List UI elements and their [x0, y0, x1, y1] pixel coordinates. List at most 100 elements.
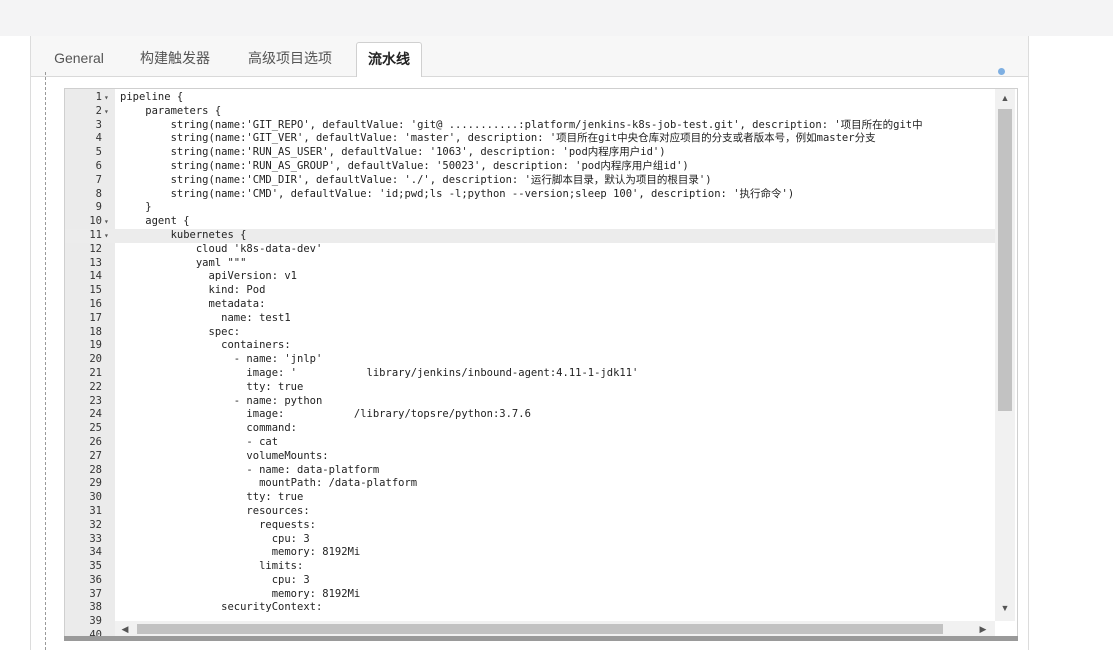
horizontal-scroll-thumb[interactable] — [137, 624, 943, 634]
vertical-scrollbar[interactable]: ▲ ▼ — [995, 89, 1015, 621]
code-line[interactable]: 7 string(name:'CMD_DIR', defaultValue: '… — [65, 174, 995, 188]
line-number: 33 — [89, 532, 102, 545]
tab-pipeline[interactable]: 流水线 — [356, 42, 422, 77]
code-line[interactable]: 14 apiVersion: v1 — [65, 270, 995, 284]
code-line[interactable]: 38 securityContext: — [65, 601, 995, 615]
code-line[interactable]: 10 ▾ agent { — [65, 215, 995, 229]
scroll-up-icon[interactable]: ▲ — [999, 92, 1011, 104]
line-number: 12 — [89, 242, 102, 255]
code-text: containers: — [120, 339, 291, 352]
code-line[interactable]: 30 tty: true — [65, 491, 995, 505]
code-text: string(name:'GIT_REPO', defaultValue: 'g… — [120, 118, 923, 131]
line-number: 7 — [95, 173, 102, 186]
code-text: yaml """ — [120, 256, 247, 269]
code-text: kubernetes { — [120, 228, 247, 241]
code-text: kind: Pod — [120, 284, 266, 297]
section-guide-line — [45, 72, 46, 650]
code-text: string(name:'CMD', defaultValue: 'id;pwd… — [120, 187, 795, 200]
code-line[interactable]: 37 memory: 8192Mi — [65, 588, 995, 602]
tab-advanced-project-options[interactable]: 高级项目选项 — [233, 42, 347, 76]
scroll-left-icon[interactable]: ◀ — [119, 623, 131, 635]
fold-arrow-icon[interactable]: ▾ — [104, 91, 114, 105]
code-text: resources: — [120, 504, 310, 517]
code-text: parameters { — [120, 104, 222, 117]
line-number: 39 — [89, 615, 102, 628]
code-text: string(name:'GIT_VER', defaultValue: 'ma… — [120, 132, 876, 145]
code-text: metadata: — [120, 297, 266, 310]
line-number: 16 — [89, 297, 102, 310]
line-number: 37 — [89, 587, 102, 600]
vertical-scroll-thumb[interactable] — [998, 109, 1012, 411]
code-line[interactable]: 12 cloud 'k8s-data-dev' — [65, 243, 995, 257]
line-number: 22 — [89, 380, 102, 393]
code-text: tty: true — [120, 491, 304, 504]
horizontal-scrollbar[interactable]: ◀ ▶ — [115, 621, 995, 637]
code-line[interactable]: 3 string(name:'GIT_REPO', defaultValue: … — [65, 119, 995, 133]
code-line[interactable]: 23 - name: python — [65, 395, 995, 409]
line-number: 15 — [89, 284, 102, 297]
code-line[interactable]: 16 metadata: — [65, 298, 995, 312]
editor-bottom-border — [64, 636, 1018, 641]
scroll-right-icon[interactable]: ▶ — [977, 623, 989, 635]
code-text: agent { — [120, 215, 190, 228]
line-number: 5 — [95, 146, 102, 159]
code-line[interactable]: 4 string(name:'GIT_VER', defaultValue: '… — [65, 132, 995, 146]
code-line[interactable]: 24 image: /library/topsre/python:3.7.6 — [65, 408, 995, 422]
code-line[interactable]: 17 name: test1 — [65, 312, 995, 326]
line-number: 30 — [89, 491, 102, 504]
code-line[interactable]: 28 - name: data-platform — [65, 464, 995, 478]
line-number: 1 — [95, 91, 102, 103]
code-line[interactable]: 8 string(name:'CMD', defaultValue: 'id;p… — [65, 188, 995, 202]
code-line[interactable]: 27 volumeMounts: — [65, 450, 995, 464]
code-line[interactable]: 34 memory: 8192Mi — [65, 546, 995, 560]
fold-arrow-icon[interactable]: ▾ — [104, 229, 114, 243]
line-number: 21 — [89, 366, 102, 379]
code-line[interactable]: 29 mountPath: /data-platform — [65, 477, 995, 491]
line-number: 31 — [89, 504, 102, 517]
code-line[interactable]: 13 yaml """ — [65, 257, 995, 271]
code-line[interactable]: 11 ▾ kubernetes { — [65, 228, 995, 243]
pipeline-script-editor[interactable]: 1 ▾ pipeline {2 ▾ parameters {3 string(name… — [64, 88, 1018, 638]
code-line[interactable]: 35 limits: — [65, 560, 995, 574]
fold-arrow-icon[interactable]: ▾ — [104, 215, 114, 229]
code-line[interactable]: 9 } — [65, 201, 995, 215]
line-number: 25 — [89, 422, 102, 435]
code-text: cpu: 3 — [120, 573, 310, 586]
tab-general[interactable]: General — [41, 42, 117, 76]
tab-build-triggers[interactable]: 构建触发器 — [127, 42, 223, 76]
code-line[interactable]: 31 resources: — [65, 505, 995, 519]
code-line[interactable]: 15 kind: Pod — [65, 284, 995, 298]
code-line[interactable]: 6 string(name:'RUN_AS_GROUP', defaultVal… — [65, 160, 995, 174]
code-text: - name: python — [120, 394, 323, 407]
scroll-down-icon[interactable]: ▼ — [999, 602, 1011, 614]
code-text: securityContext: — [120, 601, 323, 614]
code-line[interactable]: 19 containers: — [65, 339, 995, 353]
code-line[interactable]: 5 string(name:'RUN_AS_USER', defaultValu… — [65, 146, 995, 160]
code-text: apiVersion: v1 — [120, 270, 298, 283]
code-lines: 1 ▾ pipeline {2 ▾ parameters {3 string(name… — [65, 91, 995, 637]
code-line[interactable]: 33 cpu: 3 — [65, 533, 995, 547]
code-text: string(name:'RUN_AS_GROUP', defaultValue… — [120, 159, 689, 172]
code-line[interactable]: 25 command: — [65, 422, 995, 436]
code-line[interactable]: 36 cpu: 3 — [65, 574, 995, 588]
code-line[interactable]: 32 requests: — [65, 519, 995, 533]
line-number: 36 — [89, 573, 102, 586]
code-line[interactable]: 26 - cat — [65, 436, 995, 450]
line-number: 8 — [95, 187, 102, 200]
code-line[interactable]: 2 ▾ parameters { — [65, 105, 995, 119]
help-icon[interactable] — [998, 68, 1005, 75]
line-number: 14 — [89, 270, 102, 283]
code-line[interactable]: 1 ▾ pipeline { — [65, 91, 995, 105]
code-text: pipeline { — [120, 91, 184, 103]
fold-arrow-icon[interactable]: ▾ — [104, 105, 114, 119]
code-text: memory: 8192Mi — [120, 587, 361, 600]
code-line[interactable]: 21 image: ' library/jenkins/inbound-agen… — [65, 367, 995, 381]
code-text: } — [120, 201, 152, 214]
code-text: - cat — [120, 435, 279, 448]
code-text: string(name:'CMD_DIR', defaultValue: './… — [120, 173, 712, 186]
code-line[interactable]: 22 tty: true — [65, 381, 995, 395]
line-number: 2 — [95, 104, 102, 117]
code-text: image: ' library/jenkins/inbound-agent:4… — [120, 366, 639, 379]
code-line[interactable]: 20 - name: 'jnlp' — [65, 353, 995, 367]
code-line[interactable]: 18 spec: — [65, 326, 995, 340]
